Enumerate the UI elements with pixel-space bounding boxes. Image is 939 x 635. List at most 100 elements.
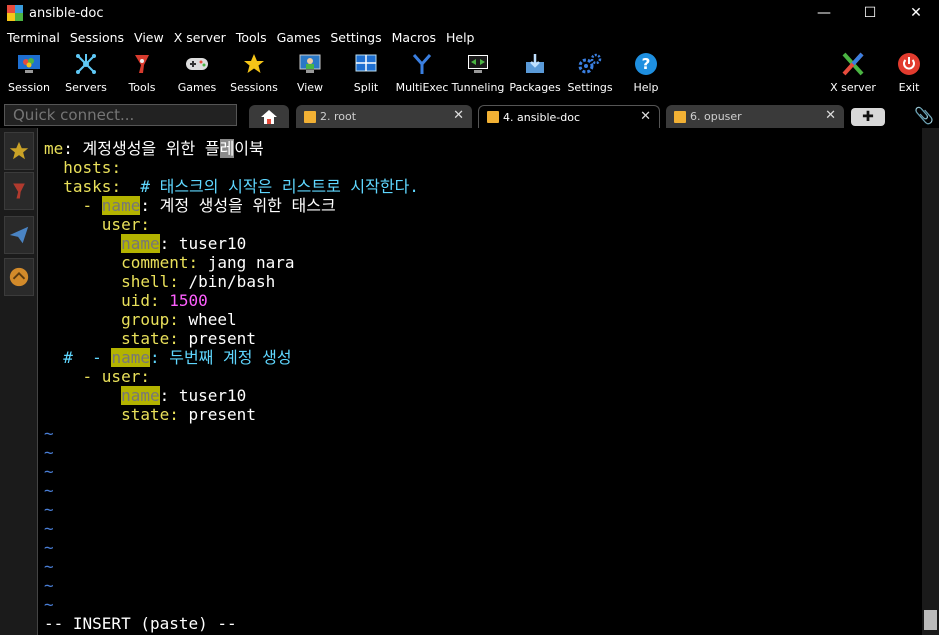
sessions-star-icon: [240, 50, 268, 78]
exit-power-icon: [895, 50, 923, 78]
multiexec-button[interactable]: MultiExec: [396, 48, 448, 98]
menu-sessions[interactable]: Sessions: [65, 30, 129, 45]
home-tab[interactable]: [249, 105, 289, 128]
sidebar-send-button[interactable]: [4, 216, 34, 254]
sessions-button[interactable]: Sessions: [230, 48, 278, 98]
window-title: ansible-doc: [29, 5, 104, 21]
menu-tools[interactable]: Tools: [231, 30, 272, 45]
tools-icon: [128, 50, 156, 78]
games-button[interactable]: Games: [177, 48, 217, 98]
maximize-button[interactable]: ☐: [847, 0, 893, 26]
minimize-button[interactable]: —: [801, 0, 847, 26]
tools-button[interactable]: Tools: [122, 48, 162, 98]
split-button[interactable]: Split: [346, 48, 386, 98]
tunneling-icon: [464, 50, 492, 78]
exit-button[interactable]: Exit: [891, 48, 927, 98]
x-server-button[interactable]: X server: [828, 48, 878, 98]
help-button[interactable]: ? Help: [626, 48, 666, 98]
menu-bar: Terminal Sessions View X server Tools Ga…: [0, 26, 939, 48]
menu-settings[interactable]: Settings: [325, 30, 386, 45]
macro-icon: [9, 267, 29, 287]
sidebar-sessions-button[interactable]: [4, 132, 34, 170]
empty-line-tilde: ~: [44, 595, 54, 614]
empty-line-tilde: ~: [44, 424, 54, 443]
mobaxterm-app-icon: [7, 5, 23, 21]
editor-line-11: state: present: [121, 329, 256, 348]
quick-connect-input[interactable]: [4, 104, 237, 126]
terminal-scrollbar[interactable]: [922, 128, 939, 635]
tab-root[interactable]: 2. root ✕: [296, 105, 472, 128]
vim-status-line: -- INSERT (paste) --: [44, 614, 237, 633]
close-button[interactable]: ✕: [893, 0, 939, 26]
packages-button[interactable]: Packages: [509, 48, 561, 98]
view-icon: [296, 50, 324, 78]
terminal-tab-icon: [304, 110, 316, 123]
editor-line-2: hosts:: [63, 158, 122, 177]
editor-line-8: shell: /bin/bash: [121, 272, 276, 291]
sidebar-macros-button[interactable]: [4, 258, 34, 296]
tab-opuser[interactable]: 6. opuser ✕: [666, 105, 844, 128]
editor-line-12: # - name: 두번째 계정 생성: [63, 348, 292, 367]
menu-macros[interactable]: Macros: [387, 30, 441, 45]
text-cursor: 레: [219, 139, 235, 158]
editor-line-5: user:: [101, 215, 150, 234]
editor-line-4: - name: 계정 생성을 위한 태스크: [82, 196, 336, 215]
editor-line-10: group: wheel: [121, 310, 237, 329]
sidebar: [0, 128, 38, 635]
scrollbar-thumb[interactable]: [924, 610, 937, 630]
terminal-tab-icon: [487, 111, 499, 123]
menu-games[interactable]: Games: [272, 30, 326, 45]
settings-button[interactable]: Settings: [567, 48, 613, 98]
sidebar-tools-button[interactable]: [4, 172, 34, 210]
empty-line-tilde: ~: [44, 557, 54, 576]
empty-line-tilde: ~: [44, 443, 54, 462]
empty-line-tilde: ~: [44, 576, 54, 595]
editor-line-1: me: 계정생성을 위한 플레이북: [44, 139, 264, 158]
paper-plane-icon: [9, 226, 29, 244]
menu-help[interactable]: Help: [441, 30, 480, 45]
editor-line-13: - user:: [82, 367, 150, 386]
tab-close-icon[interactable]: ✕: [825, 108, 836, 123]
terminal-tab-icon: [674, 110, 686, 123]
plus-icon: ✚: [862, 109, 874, 125]
split-icon: [352, 50, 380, 78]
paperclip-icon[interactable]: 📎: [914, 106, 934, 125]
editor-line-14: name: tuser10: [121, 386, 247, 405]
toolbar: Session Servers Tools Games Sessions Vie…: [0, 48, 939, 98]
packages-icon: [521, 50, 549, 78]
view-button[interactable]: View: [290, 48, 330, 98]
editor-line-9: uid: 1500: [121, 291, 208, 310]
help-icon: ?: [632, 50, 660, 78]
editor-line-15: state: present: [121, 405, 256, 424]
servers-button[interactable]: Servers: [65, 48, 107, 98]
terminal-editor[interactable]: me: 계정생성을 위한 플레이북 hosts: tasks: # 태스크의 시…: [38, 128, 922, 635]
star-icon: [9, 141, 29, 160]
menu-terminal[interactable]: Terminal: [2, 30, 65, 45]
session-button[interactable]: Session: [8, 48, 50, 98]
session-icon: [15, 50, 43, 78]
svg-text:?: ?: [642, 55, 651, 73]
settings-gear-icon: [576, 50, 604, 78]
empty-line-tilde: ~: [44, 538, 54, 557]
multiexec-icon: [408, 50, 436, 78]
tab-close-icon[interactable]: ✕: [640, 109, 651, 124]
empty-line-tilde: ~: [44, 462, 54, 481]
editor-line-7: comment: jang nara: [121, 253, 295, 272]
empty-line-tilde: ~: [44, 519, 54, 538]
editor-line-6: name: tuser10: [121, 234, 247, 253]
title-bar: ansible-doc — ☐ ✕: [0, 0, 939, 26]
new-tab-button[interactable]: ✚: [851, 108, 885, 126]
menu-x-server[interactable]: X server: [169, 30, 231, 45]
xserver-icon: [839, 50, 867, 78]
servers-icon: [72, 50, 100, 78]
menu-view[interactable]: View: [129, 30, 169, 45]
home-icon: [261, 109, 277, 124]
editor-line-3: tasks: # 태스크의 시작은 리스트로 시작한다.: [63, 177, 419, 196]
tab-bar: 2. root ✕ 4. ansible-doc ✕ 6. opuser ✕ ✚…: [0, 102, 939, 128]
empty-line-tilde: ~: [44, 500, 54, 519]
tab-close-icon[interactable]: ✕: [453, 108, 464, 123]
tunneling-button[interactable]: Tunneling: [452, 48, 504, 98]
tab-ansible-doc[interactable]: 4. ansible-doc ✕: [478, 105, 660, 128]
games-icon: [183, 50, 211, 78]
tools-icon: [13, 183, 25, 199]
